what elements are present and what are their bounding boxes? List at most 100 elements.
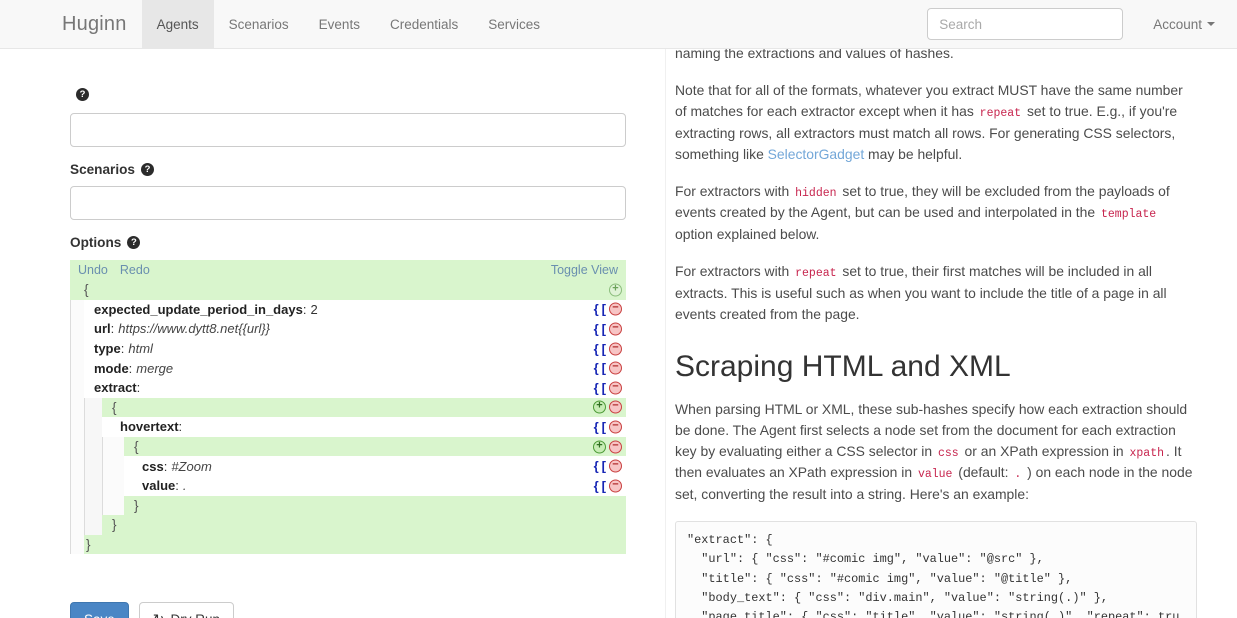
insert-array-icon[interactable]: [ bbox=[602, 381, 606, 394]
dry-run-button-label: Dry Run bbox=[171, 612, 221, 618]
insert-array-icon[interactable]: [ bbox=[602, 420, 606, 433]
inline-code-repeat: repeat bbox=[979, 107, 1022, 121]
scenarios-input[interactable] bbox=[70, 186, 626, 220]
save-button-label: Save bbox=[84, 612, 115, 618]
add-row-icon[interactable]: + bbox=[593, 440, 606, 454]
row-actions: + bbox=[609, 283, 622, 297]
toggle-view-button[interactable]: Toggle View bbox=[551, 263, 618, 277]
top-navbar: Huginn Agents Scenarios Events Credentia… bbox=[0, 0, 1237, 49]
nav-item-credentials[interactable]: Credentials bbox=[375, 0, 473, 48]
json-key[interactable]: css bbox=[142, 459, 164, 474]
remove-row-icon[interactable]: − bbox=[609, 459, 622, 473]
json-value[interactable]: html bbox=[128, 341, 153, 356]
editor-row[interactable]: extract: { [ − bbox=[70, 377, 626, 398]
json-key[interactable]: extract bbox=[94, 380, 137, 395]
remove-row-icon[interactable]: − bbox=[609, 400, 622, 414]
json-key[interactable]: url bbox=[94, 321, 111, 336]
json-key[interactable]: value bbox=[142, 478, 175, 493]
row-actions: { [ − bbox=[594, 381, 622, 395]
inline-code-hidden: hidden bbox=[795, 186, 837, 200]
insert-object-icon[interactable]: { bbox=[594, 303, 599, 316]
doc-text: option explained below. bbox=[675, 225, 820, 242]
help-icon[interactable]: ? bbox=[140, 163, 154, 176]
nav-item-scenarios[interactable]: Scenarios bbox=[214, 0, 304, 48]
doc-text: (default: bbox=[954, 464, 1013, 481]
doc-text: may be helpful. bbox=[864, 145, 963, 162]
remove-row-icon[interactable]: − bbox=[609, 440, 622, 454]
editor-row[interactable]: mode: merge { [ − bbox=[70, 358, 626, 378]
form-actions: Save ↻ Dry Run bbox=[70, 602, 235, 618]
json-value[interactable]: merge bbox=[136, 361, 173, 376]
editor-row-root-open[interactable]: { + bbox=[70, 280, 626, 300]
search-input[interactable] bbox=[927, 8, 1124, 40]
account-menu[interactable]: Account bbox=[1153, 17, 1215, 32]
editor-row[interactable]: hovertext: { [ − bbox=[70, 417, 626, 437]
save-button[interactable]: Save bbox=[70, 602, 129, 618]
insert-array-icon[interactable]: [ bbox=[602, 342, 606, 355]
editor-row-hovertext-close: } bbox=[70, 495, 626, 516]
insert-object-icon[interactable]: { bbox=[594, 381, 599, 394]
help-icon[interactable]: ? bbox=[76, 88, 89, 101]
doc-paragraph-2: Note that for all of the formats, whatev… bbox=[675, 80, 1197, 165]
insert-array-icon[interactable]: [ bbox=[602, 322, 606, 335]
remove-row-icon[interactable]: − bbox=[609, 361, 622, 375]
redo-button[interactable]: Redo bbox=[120, 263, 150, 277]
editor-row-hovertext-open[interactable]: { + − bbox=[70, 436, 626, 457]
insert-object-icon[interactable]: { bbox=[594, 479, 599, 492]
json-value[interactable]: . bbox=[183, 478, 187, 493]
remove-row-icon[interactable]: − bbox=[609, 420, 622, 434]
insert-object-icon[interactable]: { bbox=[594, 420, 599, 433]
editor-row[interactable]: value: . { [ − bbox=[70, 475, 626, 496]
row-actions: + − bbox=[593, 440, 622, 454]
add-row-icon[interactable]: + bbox=[593, 400, 606, 414]
editor-row-extract-open[interactable]: { + − bbox=[70, 397, 626, 418]
json-value[interactable]: #Zoom bbox=[171, 459, 211, 474]
remove-row-icon[interactable]: − bbox=[609, 342, 622, 356]
insert-array-icon[interactable]: [ bbox=[602, 479, 606, 492]
insert-object-icon[interactable]: { bbox=[594, 460, 599, 473]
remove-row-icon[interactable]: − bbox=[609, 302, 622, 316]
inline-code-template: template bbox=[1100, 208, 1157, 222]
insert-array-icon[interactable]: [ bbox=[602, 460, 606, 473]
insert-object-icon[interactable]: { bbox=[594, 342, 599, 355]
json-key[interactable]: type bbox=[94, 341, 121, 356]
selectorgadget-link[interactable]: SelectorGadget bbox=[768, 146, 865, 162]
remove-row-icon[interactable]: − bbox=[609, 479, 622, 493]
editor-row[interactable]: expected_update_period_in_days: 2 { [ − bbox=[70, 299, 626, 320]
remove-row-icon[interactable]: − bbox=[609, 381, 622, 395]
doc-text: or an XPath expression in bbox=[960, 443, 1128, 459]
nav-item-agents[interactable]: Agents bbox=[141, 0, 214, 48]
editor-row[interactable]: css: #Zoom { [ − bbox=[70, 456, 626, 476]
insert-array-icon[interactable]: [ bbox=[602, 362, 606, 375]
editor-row[interactable]: type: html { [ − bbox=[70, 338, 626, 359]
refresh-icon: ↻ bbox=[153, 611, 165, 618]
remove-row-icon[interactable]: − bbox=[609, 322, 622, 336]
brand-logo[interactable]: Huginn bbox=[0, 0, 142, 48]
insert-array-icon[interactable]: [ bbox=[602, 303, 606, 316]
insert-object-icon[interactable]: { bbox=[594, 362, 599, 375]
documentation-panel: naming the extractions and values of has… bbox=[665, 49, 1237, 618]
main-nav: Agents Scenarios Events Credentials Serv… bbox=[141, 0, 555, 48]
agent-form-column: ? Scenarios ? Options ? Undo Redo Toggle… bbox=[0, 49, 645, 618]
dry-run-button[interactable]: ↻ Dry Run bbox=[138, 602, 235, 618]
json-key[interactable]: expected_update_period_in_days bbox=[94, 302, 303, 317]
editor-row-extract-close: } bbox=[70, 515, 626, 535]
nav-item-events[interactable]: Events bbox=[304, 0, 375, 48]
json-value[interactable]: 2 bbox=[310, 302, 317, 317]
add-row-icon[interactable]: + bbox=[609, 283, 622, 297]
doc-paragraph-5: When parsing HTML or XML, these sub-hash… bbox=[675, 399, 1197, 505]
row-actions: { [ − bbox=[594, 322, 622, 336]
editor-row[interactable]: url: https://www.dytt8.net{{url}} { [ − bbox=[70, 319, 626, 339]
brace-close: } bbox=[112, 517, 117, 533]
editor-rows: { + expected_update_period_in_days: 2 { … bbox=[70, 280, 626, 555]
insert-object-icon[interactable]: { bbox=[594, 322, 599, 335]
nav-item-services[interactable]: Services bbox=[473, 0, 555, 48]
row-actions: { [ − bbox=[594, 302, 622, 316]
json-value[interactable]: https://www.dytt8.net{{url}} bbox=[118, 321, 270, 336]
navbar-right: Account bbox=[927, 0, 1237, 48]
help-icon[interactable]: ? bbox=[127, 236, 141, 249]
undo-button[interactable]: Undo bbox=[78, 263, 108, 277]
clipped-field-input[interactable] bbox=[70, 113, 626, 147]
json-key[interactable]: hovertext bbox=[120, 419, 179, 434]
json-key[interactable]: mode bbox=[94, 361, 129, 376]
